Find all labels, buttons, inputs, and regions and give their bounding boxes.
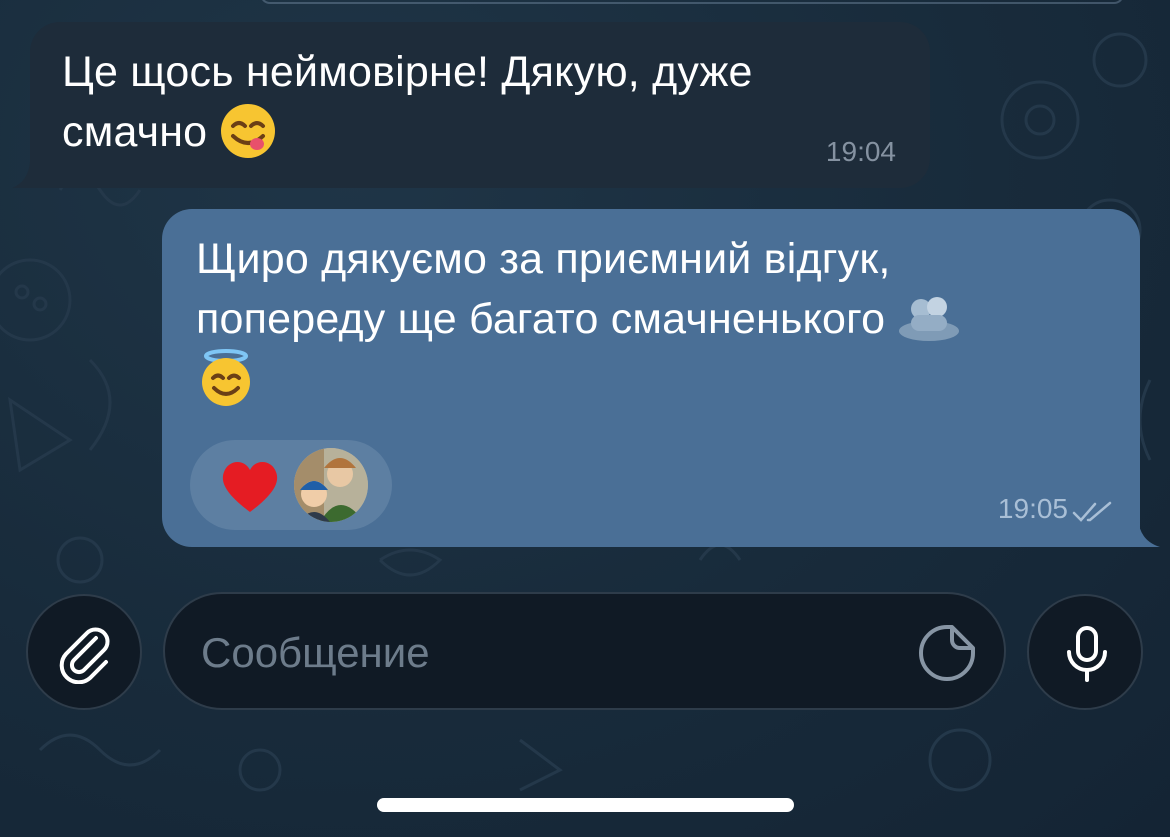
read-checkmarks-icon bbox=[1072, 501, 1112, 522]
incoming-message-bubble[interactable]: Це щось неймовірне! Дякую, дуже смачно 1… bbox=[12, 22, 930, 188]
message-input[interactable]: Сообщение bbox=[163, 592, 1006, 710]
paperclip-icon bbox=[59, 627, 110, 684]
bubble-tail bbox=[1126, 519, 1160, 547]
hug-sticker-icon bbox=[899, 296, 960, 341]
message-placeholder: Сообщение bbox=[201, 629, 430, 676]
microphone-button[interactable] bbox=[1027, 594, 1143, 710]
incoming-message-text: Це щось неймовірне! Дякую, дуже смачно bbox=[62, 42, 912, 162]
message-time: 19:04 bbox=[825, 136, 896, 167]
message-line: Щиро дякуємо за приємний відгук, bbox=[196, 235, 891, 283]
message-time: 19:05 bbox=[997, 493, 1068, 524]
outgoing-message-bubble[interactable]: Щиро дякуємо за приємний відгук, поперед… bbox=[162, 209, 1160, 547]
previous-message-edge bbox=[260, 0, 1124, 4]
halo-smile-face-icon bbox=[202, 348, 250, 406]
composer-bar: Сообщение bbox=[0, 590, 1170, 714]
avatar bbox=[294, 448, 368, 522]
red-heart-icon bbox=[222, 461, 278, 512]
outgoing-message-text: Щиро дякуємо за приємний відгук, поперед… bbox=[196, 229, 1116, 409]
attach-button[interactable] bbox=[26, 594, 142, 710]
message-line: Це щось неймовірне! Дякую, дуже bbox=[62, 48, 753, 96]
bubble-tail bbox=[12, 162, 42, 188]
avatar-photo-icon bbox=[294, 448, 368, 522]
yum-face-icon bbox=[221, 103, 276, 158]
microphone-icon bbox=[1067, 626, 1107, 682]
home-indicator[interactable] bbox=[377, 798, 794, 812]
message-line: смачно bbox=[62, 108, 208, 156]
sticker-icon[interactable] bbox=[918, 624, 976, 682]
reaction-pill[interactable] bbox=[190, 440, 392, 530]
message-line: попереду ще багато смачненького bbox=[196, 295, 886, 343]
